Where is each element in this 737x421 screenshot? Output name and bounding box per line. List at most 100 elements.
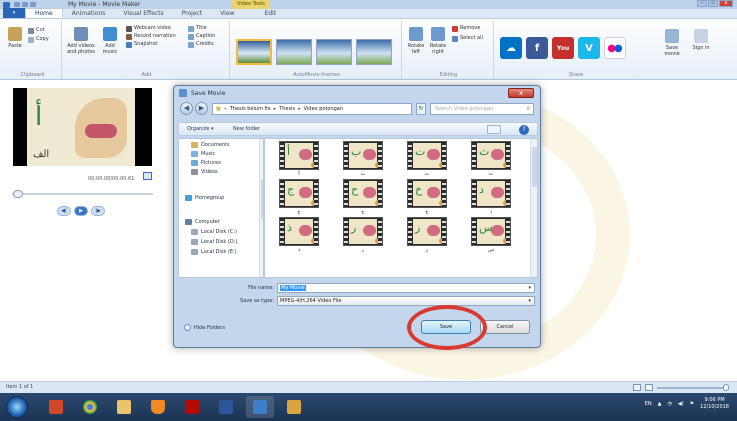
seek-knob[interactable] xyxy=(13,190,23,198)
redo-icon[interactable] xyxy=(30,2,36,7)
youtube-share-button[interactable]: You xyxy=(552,37,574,59)
storyboard-view-icon[interactable] xyxy=(633,384,641,391)
nav-item-documents[interactable]: Documents xyxy=(191,142,230,148)
onedrive-share-button[interactable]: ☁ xyxy=(500,37,522,59)
video-file-thumbnail[interactable]: ب xyxy=(343,141,383,170)
video-file-thumbnail[interactable]: أ xyxy=(279,141,319,170)
nav-item-disk-e[interactable]: Local Disk (E:) xyxy=(191,249,237,255)
undo-icon[interactable] xyxy=(22,2,28,7)
tab-view[interactable]: View xyxy=(211,9,243,18)
rotate-left-button[interactable]: Rotate left xyxy=(406,27,426,55)
organize-button[interactable]: Organize ▾ xyxy=(187,126,214,132)
zoom-knob[interactable] xyxy=(723,384,729,391)
close-button[interactable]: x xyxy=(719,0,733,7)
fullscreen-icon[interactable] xyxy=(143,172,152,180)
add-music-button[interactable]: Add music xyxy=(100,27,120,55)
next-frame-button[interactable]: |▶ xyxy=(91,206,105,216)
taskbar-explorer[interactable] xyxy=(110,396,138,418)
previous-frame-button[interactable]: ◀| xyxy=(57,206,71,216)
breadcrumb-item[interactable]: Thesis belum fix xyxy=(230,106,271,112)
search-input[interactable]: Search Video potongan ⌕ xyxy=(430,103,534,115)
video-file-thumbnail[interactable]: ز xyxy=(407,217,447,246)
video-file-thumbnail[interactable]: ذ xyxy=(279,217,319,246)
zoom-out-icon[interactable] xyxy=(645,384,653,391)
tray-arrow-icon[interactable]: ▲ xyxy=(658,401,662,407)
maximize-button[interactable]: ▫ xyxy=(708,0,718,7)
flickr-share-button[interactable]: ● ● xyxy=(604,37,626,59)
start-button[interactable] xyxy=(6,396,28,418)
file-name-input[interactable]: My Movie ▾ xyxy=(277,283,535,293)
dialog-close-button[interactable]: x xyxy=(508,88,534,98)
tab-project[interactable]: Project xyxy=(173,9,212,18)
play-button[interactable]: ▶ xyxy=(74,206,88,216)
taskbar-word[interactable] xyxy=(212,396,240,418)
hide-folders-toggle[interactable]: Hide Folders xyxy=(184,324,225,331)
forward-button[interactable]: ▶ xyxy=(195,102,208,115)
file-menu-button[interactable]: ▾ xyxy=(3,8,25,18)
volume-icon[interactable]: ◀) xyxy=(678,401,684,407)
tab-edit[interactable]: Edit xyxy=(255,9,285,18)
taskbar-powerpoint[interactable] xyxy=(42,396,70,418)
nav-item-homegroup[interactable]: Homegroup xyxy=(185,195,224,201)
credits-button[interactable]: Credits xyxy=(188,41,214,48)
video-file-thumbnail[interactable]: ج xyxy=(279,179,319,208)
title-button[interactable]: Title xyxy=(188,25,207,32)
taskbar-vlc[interactable] xyxy=(144,396,172,418)
theme-cinematic[interactable] xyxy=(316,39,352,65)
video-file-thumbnail[interactable]: ث xyxy=(471,141,511,170)
nav-item-music[interactable]: Music xyxy=(191,151,215,157)
tab-visual-effects[interactable]: Visual Effects xyxy=(114,9,172,18)
snapshot-button[interactable]: Snapshot xyxy=(126,41,157,48)
files-scrollbar[interactable] xyxy=(530,139,537,277)
nav-item-pictures[interactable]: Pictures xyxy=(191,160,221,166)
video-file-thumbnail[interactable]: س xyxy=(471,217,511,246)
theme-fade[interactable] xyxy=(356,39,392,65)
breadcrumb-item[interactable]: Video potongan xyxy=(304,106,343,112)
tab-home[interactable]: Home xyxy=(25,8,63,18)
nav-item-computer[interactable]: Computer xyxy=(185,219,220,225)
paste-button[interactable]: Paste xyxy=(6,27,24,49)
webcam-video-button[interactable]: Webcam video xyxy=(126,25,171,32)
vimeo-share-button[interactable]: V xyxy=(578,37,600,59)
record-narration-button[interactable]: Record narration xyxy=(126,33,176,40)
video-file-thumbnail[interactable]: خ xyxy=(407,179,447,208)
rotate-right-button[interactable]: Rotate right xyxy=(428,27,448,55)
chevron-down-icon[interactable]: ▾ xyxy=(528,284,531,292)
view-options-icon[interactable] xyxy=(487,125,501,134)
video-preview[interactable]: أ الف xyxy=(13,88,152,166)
theme-default[interactable] xyxy=(236,39,272,65)
minimize-button[interactable]: – xyxy=(697,0,707,7)
remove-button[interactable]: Remove xyxy=(452,25,480,32)
zoom-slider[interactable] xyxy=(657,387,727,389)
address-bar[interactable]: ■ « Thesis belum fix ▸ Thesis ▸ Video po… xyxy=(212,103,412,115)
video-file-thumbnail[interactable]: ح xyxy=(343,179,383,208)
back-button[interactable]: ◀ xyxy=(180,102,193,115)
language-indicator[interactable]: EN xyxy=(645,401,652,407)
video-file-thumbnail[interactable]: ت xyxy=(407,141,447,170)
video-file-thumbnail[interactable]: د xyxy=(471,179,511,208)
select-all-button[interactable]: Select all xyxy=(452,35,483,42)
taskbar-chrome[interactable] xyxy=(76,396,104,418)
taskbar-movie-maker[interactable] xyxy=(246,396,274,418)
sign-in-button[interactable]: Sign in xyxy=(690,29,712,51)
nav-item-disk-d[interactable]: Local Disk (D:) xyxy=(191,239,237,245)
taskbar-paint[interactable] xyxy=(280,396,308,418)
add-videos-button[interactable]: Add videos and photos xyxy=(66,27,96,55)
cut-button[interactable]: Cut xyxy=(28,27,45,34)
cancel-button[interactable]: Cancel xyxy=(480,320,530,334)
save-movie-button[interactable]: Save movie xyxy=(660,29,684,57)
nav-item-videos[interactable]: Videos xyxy=(191,169,218,175)
caption-button[interactable]: Caption xyxy=(188,33,215,40)
files-scroll-thumb[interactable] xyxy=(532,147,537,187)
breadcrumb-item[interactable]: Thesis xyxy=(279,106,295,112)
network-icon[interactable]: ◔ xyxy=(668,401,672,407)
nav-item-disk-c[interactable]: Local Disk (C:) xyxy=(191,229,237,235)
video-file-thumbnail[interactable]: ر xyxy=(343,217,383,246)
facebook-share-button[interactable]: f xyxy=(526,37,548,59)
copy-button[interactable]: Copy xyxy=(28,36,49,43)
clock[interactable]: 9:06 PM 12/10/2018 xyxy=(700,397,729,411)
tab-animations[interactable]: Animations xyxy=(63,9,115,18)
new-folder-button[interactable]: New folder xyxy=(233,126,260,132)
help-icon[interactable]: ? xyxy=(519,125,529,135)
refresh-icon[interactable]: ↻ xyxy=(416,103,426,115)
